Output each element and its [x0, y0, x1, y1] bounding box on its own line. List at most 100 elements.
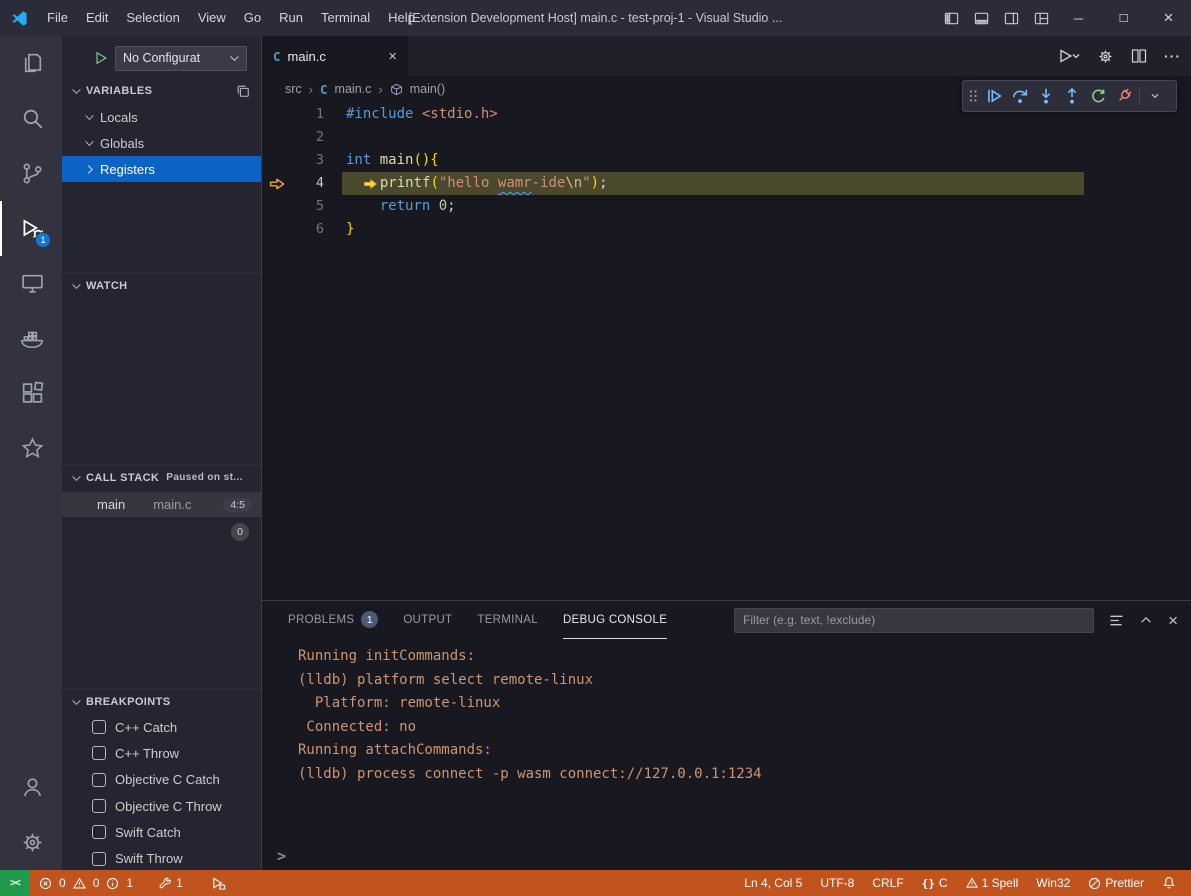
breakpoint-item[interactable]: C++ Catch [62, 714, 261, 740]
language-mode[interactable]: {} C [913, 870, 957, 896]
breakpoint-item[interactable]: Objective C Catch [62, 767, 261, 793]
breakpoint-gutter[interactable] [262, 218, 292, 241]
breakpoint-checkbox[interactable] [92, 773, 106, 787]
breakpoint-item[interactable]: C++ Throw [62, 740, 261, 766]
minimize-button[interactable]: ─ [1056, 0, 1101, 36]
settings-gear-icon[interactable] [0, 815, 62, 870]
activity-star-icon[interactable] [0, 421, 62, 476]
panel-tab-terminal[interactable]: TERMINAL [477, 601, 538, 639]
toggle-panel-icon[interactable] [966, 0, 996, 36]
variables-item-registers[interactable]: Registers [62, 156, 261, 182]
console-filter-input[interactable] [734, 608, 1094, 633]
breadcrumb-file[interactable]: main.c [335, 82, 372, 96]
debug-step-over-icon[interactable] [1007, 82, 1033, 110]
breakpoint-label: Objective C Throw [115, 799, 222, 814]
menu-view[interactable]: View [189, 0, 235, 36]
activity-run-and-debug-icon[interactable]: 1 [0, 201, 62, 256]
breakpoint-checkbox[interactable] [92, 825, 106, 839]
code-text[interactable]: int main(){ [346, 149, 439, 172]
customize-layout-icon[interactable] [1026, 0, 1056, 36]
problems-status[interactable]: 0 0 1 [30, 870, 142, 896]
toggle-sidebar-icon[interactable] [936, 0, 966, 36]
activity-docker-icon[interactable] [0, 311, 62, 366]
code-text[interactable]: } [346, 218, 354, 241]
breakpoints-section-header[interactable]: BREAKPOINTS [62, 688, 261, 714]
output-lines-icon[interactable] [1109, 614, 1124, 627]
breakpoint-checkbox[interactable] [92, 746, 106, 760]
split-editor-icon[interactable] [1131, 48, 1147, 64]
current-frame-arrow-icon[interactable] [262, 172, 292, 195]
variables-section-header[interactable]: VARIABLES [62, 78, 261, 104]
debug-configuration-dropdown[interactable]: No Configurat [115, 46, 247, 71]
tab-close-icon[interactable]: × [388, 48, 397, 65]
activity-remote-explorer-icon[interactable] [0, 256, 62, 311]
breakpoint-gutter[interactable] [262, 149, 292, 172]
activity-explorer-icon[interactable] [0, 36, 62, 91]
code-text[interactable]: #include <stdio.h> [346, 103, 498, 126]
debug-console[interactable]: Running initCommands:(lldb) platform sel… [262, 639, 1191, 844]
breakpoint-item[interactable]: Swift Catch [62, 819, 261, 845]
run-file-icon[interactable] [1058, 48, 1080, 64]
breakpoint-checkbox[interactable] [92, 799, 106, 813]
formatter-status[interactable]: Prettier [1079, 870, 1153, 896]
cursor-position[interactable]: Ln 4, Col 5 [735, 870, 811, 896]
debug-status[interactable] [204, 870, 233, 896]
code-text[interactable]: return 0; [346, 195, 456, 218]
toggle-secondary-sidebar-icon[interactable] [996, 0, 1026, 36]
menu-file[interactable]: File [38, 0, 77, 36]
spell-checker-status[interactable]: 1 Spell [957, 870, 1028, 896]
breakpoint-gutter[interactable] [262, 103, 292, 126]
remote-indicator[interactable]: >< [0, 870, 30, 896]
panel-tab-debug-console[interactable]: DEBUG CONSOLE [563, 601, 667, 639]
panel-tab-problems[interactable]: PROBLEMS1 [288, 601, 378, 639]
activity-extensions-icon[interactable] [0, 366, 62, 421]
debug-disconnect-icon[interactable] [1111, 82, 1137, 110]
variables-item-locals[interactable]: Locals [62, 104, 261, 130]
more-actions-icon[interactable]: ··· [1164, 48, 1181, 64]
activity-search-icon[interactable] [0, 91, 62, 146]
toolbar-drag-handle[interactable] [965, 82, 981, 110]
tool-status[interactable]: 1 [152, 870, 190, 896]
breakpoint-item[interactable]: Objective C Throw [62, 793, 261, 819]
accounts-icon[interactable] [0, 760, 62, 815]
debug-restart-icon[interactable] [1085, 82, 1111, 110]
console-prompt-icon[interactable]: > [277, 847, 286, 865]
maximize-button[interactable]: ☐ [1101, 0, 1146, 36]
copy-value-icon[interactable] [236, 84, 250, 98]
tab-main-c[interactable]: C main.c × [262, 36, 408, 76]
editor-gear-icon[interactable] [1097, 48, 1114, 65]
close-button[interactable]: × [1146, 0, 1191, 36]
debug-continue-icon[interactable] [981, 82, 1007, 110]
menu-terminal[interactable]: Terminal [312, 0, 379, 36]
call-stack-section-header[interactable]: CALL STACK Paused on st... [62, 464, 261, 490]
breakpoint-gutter[interactable] [262, 195, 292, 218]
breakpoint-item[interactable]: Swift Throw [62, 845, 261, 870]
menu-go[interactable]: Go [235, 0, 270, 36]
debug-more-chevron-icon[interactable] [1142, 82, 1168, 110]
chevron-down-icon [230, 54, 239, 63]
debug-step-into-icon[interactable] [1033, 82, 1059, 110]
menu-edit[interactable]: Edit [77, 0, 117, 36]
notifications-bell-icon[interactable] [1153, 870, 1185, 896]
breakpoint-checkbox[interactable] [92, 852, 106, 866]
breakpoint-gutter[interactable] [262, 126, 292, 149]
breadcrumb-folder[interactable]: src [285, 82, 302, 96]
watch-section-header[interactable]: WATCH [62, 272, 261, 298]
panel-tab-output[interactable]: OUTPUT [403, 601, 452, 639]
encoding-indicator[interactable]: UTF-8 [811, 870, 863, 896]
code-editor[interactable]: 1#include <stdio.h>23int main(){4 printf… [262, 102, 1191, 600]
close-panel-icon[interactable]: × [1168, 612, 1178, 629]
eol-indicator[interactable]: CRLF [863, 870, 912, 896]
start-debugging-icon[interactable] [94, 51, 108, 65]
menu-run[interactable]: Run [270, 0, 312, 36]
stack-frame-row[interactable]: main main.c 4:5 [62, 492, 261, 517]
menu-selection[interactable]: Selection [117, 0, 188, 36]
variables-item-globals[interactable]: Globals [62, 130, 261, 156]
debug-step-out-icon[interactable] [1059, 82, 1085, 110]
activity-source-control-icon[interactable] [0, 146, 62, 201]
platform-indicator[interactable]: Win32 [1027, 870, 1079, 896]
breakpoint-checkbox[interactable] [92, 720, 106, 734]
breadcrumb-symbol[interactable]: main() [410, 82, 445, 96]
code-text[interactable]: printf("hello wamr-ide\n"); [346, 172, 608, 195]
maximize-panel-icon[interactable] [1139, 613, 1153, 627]
